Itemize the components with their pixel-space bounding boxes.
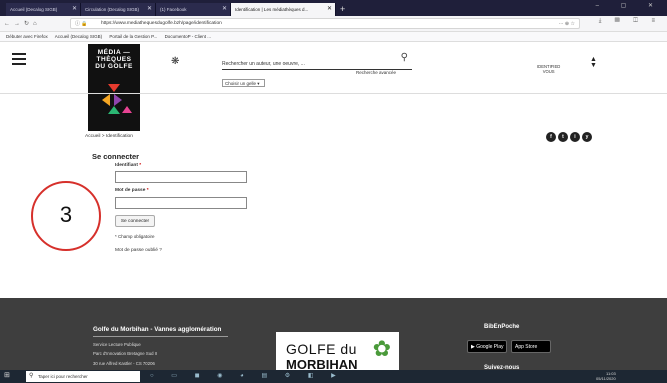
browser-tab-active[interactable]: Identification | Les médiathèques d... ✕ — [231, 3, 336, 16]
advanced-search-link[interactable]: Recherche avancée — [356, 70, 396, 75]
tab-label: (1) Facebook — [160, 7, 187, 12]
footer-title: Golfe du Morbihan - Vannes agglomération — [93, 326, 222, 333]
url-bar[interactable]: ⓘ 🔒 https://www.mediathequesdugolfe.bzh/… — [70, 18, 580, 29]
tab-label: Circulation (Decalog SIGB) — [85, 7, 140, 12]
bookmark-item[interactable]: Accueil (Decalog SIGB) — [55, 34, 102, 39]
flower-icon: ✿ — [372, 336, 391, 361]
search-placeholder: Rechercher un auteur, une oeuvre, ... — [222, 61, 305, 67]
footer-address-line: 30 rue Alfred Kastler - CS 70206 — [93, 361, 155, 366]
site-logo[interactable]: MÉDIA — THÈQUES DU GOLFE — [88, 44, 140, 131]
password-field[interactable] — [115, 197, 247, 209]
close-icon[interactable]: ✕ — [147, 3, 152, 16]
lock-icon: ⓘ 🔒 — [75, 21, 88, 27]
instagram-icon[interactable]: i — [570, 132, 580, 142]
taskbar-search[interactable]: ⚲ Taper ici pour rechercher — [26, 371, 140, 382]
reload-icon[interactable]: ↻ — [24, 20, 29, 27]
search-icon: ⚲ — [29, 373, 34, 379]
select-value: Choisir un gelle — [225, 81, 257, 86]
logo-line: MÉDIA — — [97, 49, 131, 56]
forward-icon[interactable]: → — [14, 21, 20, 27]
tray-date: 05/11/2020 — [596, 376, 616, 381]
browser-tab-bar: Accueil (Decalog SIGB) ✕ Circulation (Dec… — [0, 0, 667, 16]
windows-start-icon[interactable]: ⊞ — [4, 372, 12, 380]
taskbar-search-placeholder: Taper ici pour rechercher — [38, 374, 88, 379]
youtube-icon[interactable]: y — [582, 132, 592, 142]
logo-triangle — [102, 94, 110, 106]
login-button[interactable]: Se connecter — [115, 215, 155, 227]
logo-triangle — [122, 106, 132, 113]
breadcrumb[interactable]: Accueil > Identification — [85, 134, 133, 139]
window-controls[interactable]: – ▢ ✕ — [596, 2, 663, 9]
snowflake-icon[interactable]: ❋ — [171, 56, 179, 67]
password-label: Mot de passe * — [115, 188, 149, 193]
page-title: Se connecter — [92, 152, 140, 161]
logo-line: GOLFE du — [286, 341, 357, 357]
golfe-morbihan-logo[interactable]: GOLFE du MORBIHAN ✿ — [276, 332, 399, 372]
twitter-icon[interactable]: t — [558, 132, 568, 142]
required-note: * Champ obligatoire — [115, 234, 155, 239]
genre-select[interactable]: Choisir un gelle ▾ — [222, 79, 265, 87]
system-tray[interactable]: 11:03 05/11/2020 — [596, 371, 616, 381]
bookmark-item[interactable]: Portail de la Gestion P... — [109, 34, 157, 39]
tab-label: Accueil (Decalog SIGB) — [10, 7, 58, 12]
logo-triangle — [108, 106, 120, 114]
bookmark-item[interactable]: Débuter avec Firefox — [6, 34, 48, 39]
up-down-arrows-icon[interactable]: ▲ ▼ — [590, 56, 597, 69]
account-line: VOUS — [542, 69, 555, 74]
search-input[interactable]: Rechercher un auteur, une oeuvre, ... ⚲ — [222, 52, 412, 70]
logo-line: THÈQUES — [96, 56, 132, 63]
app-section-title: BibEnPoche — [484, 324, 520, 330]
social-links: f t i y — [546, 132, 592, 142]
logo-line: DU GOLFE — [95, 63, 133, 70]
identifier-field[interactable] — [115, 171, 247, 183]
search-icon[interactable]: ⚲ — [401, 52, 408, 64]
footer-address-line: Service Lecture Publique — [93, 342, 141, 347]
url-menu-icons[interactable]: ··· ⊕ ☆ — [559, 19, 575, 29]
close-icon[interactable]: ✕ — [327, 3, 332, 16]
annotation-circle: 3 — [31, 181, 101, 251]
google-play-label: Google Play — [476, 344, 504, 350]
forgot-password-link[interactable]: Mot de passe oublié ? — [115, 248, 162, 253]
browser-tab[interactable]: Accueil (Decalog SIGB) ✕ — [6, 3, 81, 16]
logo-triangle — [114, 94, 122, 106]
tab-label: Identification | Les médiathèques d... — [235, 7, 309, 12]
logo-triangle — [108, 84, 120, 92]
home-icon[interactable]: ⌂ — [33, 21, 37, 27]
footer-divider — [93, 336, 228, 337]
new-tab-button[interactable]: + — [336, 3, 349, 16]
facebook-icon[interactable]: f — [546, 132, 556, 142]
account-link[interactable]: IDENTIFIED VOUS — [537, 64, 560, 74]
footer-address-line: Parc d'Innovation Bretagne Sud II — [93, 351, 158, 356]
bookmarks-bar: Débuter avec Firefox Accueil (Decalog SI… — [0, 32, 667, 42]
app-store-label: App Store — [515, 344, 538, 350]
bookmark-item[interactable]: DocumentoP - Client ... — [165, 34, 211, 39]
header-divider — [0, 93, 667, 94]
url-text: https://www.mediathequesdugolfe.bzh/page… — [101, 21, 222, 26]
identifier-label: Identifiant * — [115, 163, 142, 168]
close-icon[interactable]: ✕ — [72, 3, 77, 16]
browser-tab[interactable]: Circulation (Decalog SIGB) ✕ — [81, 3, 156, 16]
menu-icon[interactable] — [12, 53, 26, 65]
taskbar-app-icons[interactable]: ○ ▭ ◼ ◉ ◕ ▤ ⚙ ◧ ▶ — [150, 372, 344, 379]
back-icon[interactable]: ← — [4, 21, 10, 27]
toolbar-icons[interactable]: ⤓ ▥ ◫ ≡ — [599, 18, 661, 25]
google-play-button[interactable]: ▶ Google Play — [467, 340, 507, 353]
browser-tab[interactable]: (1) Facebook ✕ — [156, 3, 231, 16]
close-icon[interactable]: ✕ — [222, 3, 227, 16]
app-store-button[interactable]: App Store — [511, 340, 551, 353]
